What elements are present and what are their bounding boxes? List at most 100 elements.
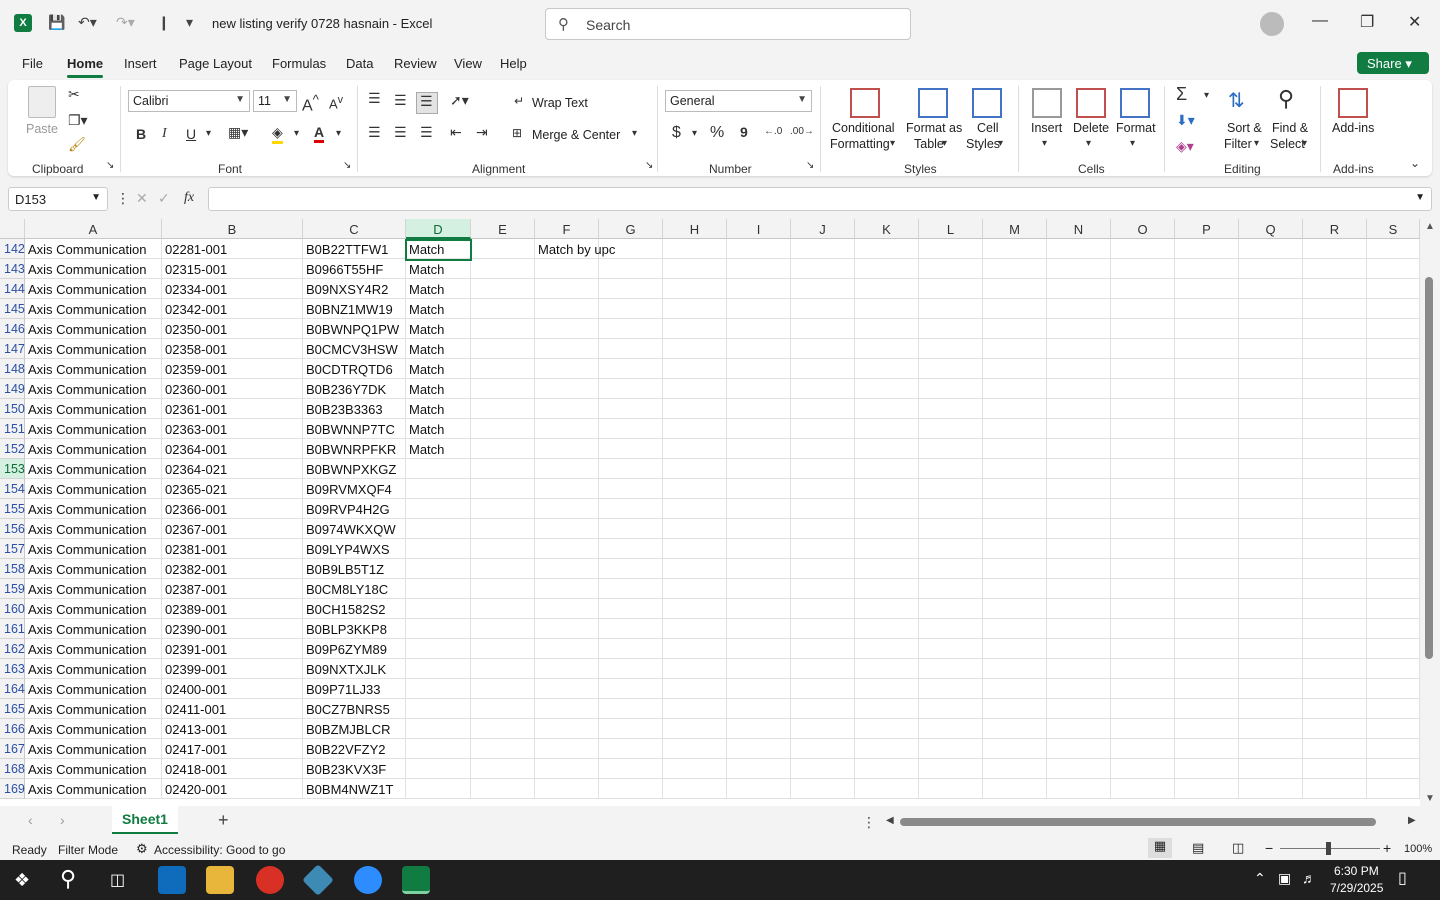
column-header-a[interactable]: A <box>25 219 162 239</box>
insert-cells-button[interactable]: Insert <box>1031 121 1062 135</box>
cell-b[interactable]: 02389-001 <box>162 599 303 619</box>
cell-s[interactable] <box>1367 579 1420 599</box>
row-header[interactable]: 155 <box>0 499 25 519</box>
cell-c[interactable]: B0974WKXQW <box>303 519 406 539</box>
cell-d[interactable] <box>406 539 471 559</box>
close-icon[interactable]: ✕ <box>1408 12 1421 32</box>
prev-sheet-icon[interactable]: ‹ <box>28 812 33 828</box>
cell-g[interactable] <box>599 539 663 559</box>
cell-s[interactable] <box>1367 379 1420 399</box>
row-header[interactable]: 146 <box>0 319 25 339</box>
cell-n[interactable] <box>1047 239 1111 259</box>
cell-s[interactable] <box>1367 399 1420 419</box>
cell-f[interactable] <box>535 619 599 639</box>
cell-s[interactable] <box>1367 559 1420 579</box>
cell-i[interactable] <box>727 719 791 739</box>
chevron-down-icon[interactable]: ▾ <box>1130 138 1135 149</box>
cell-k[interactable] <box>855 759 919 779</box>
cell-p[interactable] <box>1175 259 1239 279</box>
cell-j[interactable] <box>791 499 855 519</box>
cell-m[interactable] <box>983 479 1047 499</box>
decrease-indent-icon[interactable]: ⇤ <box>450 124 462 141</box>
comma-style-button[interactable]: 9 <box>740 124 748 140</box>
cell-f[interactable] <box>535 279 599 299</box>
cell-q[interactable] <box>1239 379 1303 399</box>
cell-s[interactable] <box>1367 499 1420 519</box>
cell-f[interactable] <box>535 259 599 279</box>
cell-j[interactable] <box>791 399 855 419</box>
cell-i[interactable] <box>727 519 791 539</box>
cell-k[interactable] <box>855 439 919 459</box>
cell-i[interactable] <box>727 559 791 579</box>
cell-p[interactable] <box>1175 379 1239 399</box>
cell-e[interactable] <box>471 419 535 439</box>
copy-icon[interactable]: ❐▾ <box>68 112 88 129</box>
cell-l[interactable] <box>919 399 983 419</box>
cell-q[interactable] <box>1239 619 1303 639</box>
cell-p[interactable] <box>1175 759 1239 779</box>
cell-a[interactable]: Axis Communication <box>25 599 162 619</box>
row-header[interactable]: 160 <box>0 599 25 619</box>
row-header[interactable]: 168 <box>0 759 25 779</box>
task-view-icon[interactable]: ◫ <box>110 870 125 890</box>
cell-m[interactable] <box>983 719 1047 739</box>
cell-g[interactable] <box>599 359 663 379</box>
autosum-icon[interactable]: Σ <box>1176 84 1187 105</box>
cell-h[interactable] <box>663 559 727 579</box>
cell-g[interactable] <box>599 519 663 539</box>
cell-h[interactable] <box>663 699 727 719</box>
cell-i[interactable] <box>727 499 791 519</box>
cell-f[interactable] <box>535 719 599 739</box>
row-header[interactable]: 161 <box>0 619 25 639</box>
cell-b[interactable]: 02382-001 <box>162 559 303 579</box>
column-header-j[interactable]: J <box>791 219 855 239</box>
cell-j[interactable] <box>791 259 855 279</box>
align-top-icon[interactable]: ☰ <box>368 90 381 107</box>
delete-cells-button[interactable]: Delete <box>1073 121 1109 135</box>
taskbar-time[interactable]: 6:30 PM <box>1334 864 1379 878</box>
cell-h[interactable] <box>663 399 727 419</box>
cell-k[interactable] <box>855 259 919 279</box>
cell-l[interactable] <box>919 579 983 599</box>
cell-o[interactable] <box>1111 539 1175 559</box>
cell-m[interactable] <box>983 659 1047 679</box>
cell-h[interactable] <box>663 759 727 779</box>
align-left-icon[interactable]: ☰ <box>368 124 381 141</box>
cell-p[interactable] <box>1175 719 1239 739</box>
chevron-down-icon[interactable]: ▾ <box>890 138 895 149</box>
cell-g[interactable] <box>599 659 663 679</box>
cell-g[interactable] <box>599 299 663 319</box>
font-color-icon[interactable]: A <box>314 124 325 143</box>
tray-chevron-icon[interactable]: ⌃ <box>1254 870 1266 887</box>
cell-g[interactable] <box>599 379 663 399</box>
cell-q[interactable] <box>1239 339 1303 359</box>
cell-a[interactable]: Axis Communication <box>25 359 162 379</box>
row-header[interactable]: 148 <box>0 359 25 379</box>
cell-a[interactable]: Axis Communication <box>25 759 162 779</box>
cell-n[interactable] <box>1047 559 1111 579</box>
scroll-up-icon[interactable]: ▲ <box>1425 221 1435 232</box>
sort-filter-line1[interactable]: Sort & <box>1227 121 1262 135</box>
cell-h[interactable] <box>663 719 727 739</box>
cell-o[interactable] <box>1111 479 1175 499</box>
restore-icon[interactable]: ❐ <box>1360 12 1374 32</box>
cell-m[interactable] <box>983 399 1047 419</box>
cell-s[interactable] <box>1367 619 1420 639</box>
cell-p[interactable] <box>1175 679 1239 699</box>
cell-j[interactable] <box>791 459 855 479</box>
scroll-right-icon[interactable]: ▶ <box>1408 815 1416 826</box>
cell-g[interactable] <box>599 279 663 299</box>
cell-n[interactable] <box>1047 319 1111 339</box>
cell-l[interactable] <box>919 299 983 319</box>
cell-d[interactable] <box>406 599 471 619</box>
font-name-dropdown[interactable]: Calibri ▼ <box>128 90 250 112</box>
cell-a[interactable]: Axis Communication <box>25 679 162 699</box>
cell-a[interactable]: Axis Communication <box>25 379 162 399</box>
cell-d[interactable] <box>406 559 471 579</box>
percent-button[interactable]: % <box>710 124 724 142</box>
cell-p[interactable] <box>1175 779 1239 799</box>
column-header-b[interactable]: B <box>162 219 303 239</box>
cell-c[interactable]: B0CH1582S2 <box>303 599 406 619</box>
cell-g[interactable] <box>599 739 663 759</box>
cell-b[interactable]: 02358-001 <box>162 339 303 359</box>
